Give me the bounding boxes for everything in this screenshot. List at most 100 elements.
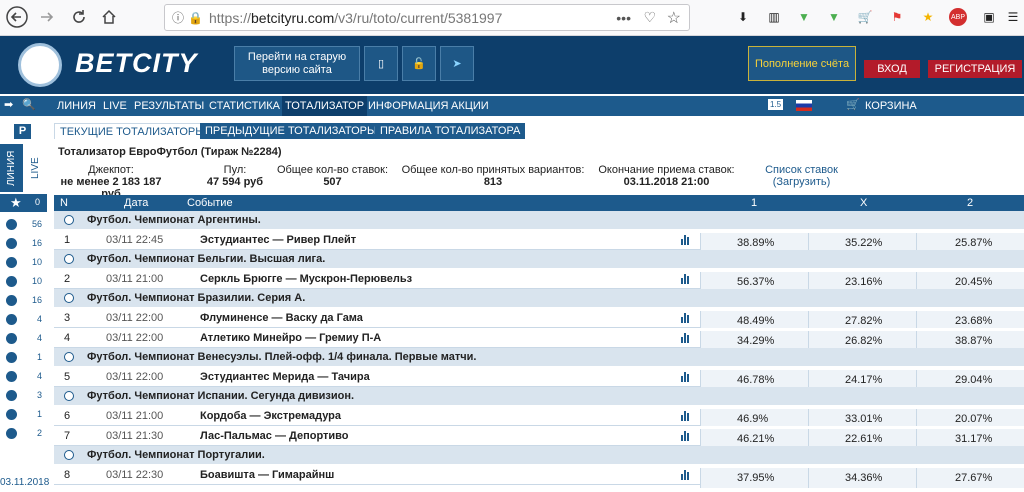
russian-flag-icon[interactable] (796, 100, 812, 111)
nav-item-totalizator[interactable]: ТОТАЛИЗАТОР (282, 96, 368, 116)
lock-icon: 🔒 (188, 10, 203, 25)
stats-chart-icon[interactable] (681, 429, 689, 441)
table-row[interactable]: 2 03/11 21:00 Серкль Брюгге — Мускрон-Перю… (54, 269, 1024, 292)
sport-item-hockey[interactable]: 16 (0, 234, 47, 253)
info-icon[interactable]: ⓘ (172, 9, 184, 26)
percent-2: 23.68% (955, 315, 993, 327)
percent-1: 37.95% (737, 472, 775, 484)
stats-chart-icon[interactable] (681, 331, 689, 343)
toto-title: Тотализатор ЕвроФутбол (Тираж №2284) (58, 146, 282, 158)
sidebar-tab-liniya[interactable]: ЛИНИЯ (0, 144, 23, 192)
flag-extension-icon[interactable]: ⚑ (888, 8, 906, 26)
sidebar-tab-live[interactable]: LIVE (24, 144, 47, 192)
nav-toggle-icon[interactable]: ➡ (4, 98, 13, 111)
cart-extension-icon[interactable]: 🛒 (856, 8, 874, 26)
table-row[interactable]: 1 03/11 22:45 Эстудиантес — Ривер Плейт 38.… (54, 230, 1024, 253)
nav-item-info[interactable]: ИНФОРМАЦИЯ (365, 96, 451, 116)
stats-chart-icon[interactable] (681, 468, 689, 480)
stats-chart-icon[interactable] (681, 370, 689, 382)
library-icon[interactable]: ▥ (765, 8, 783, 26)
star-extension-icon[interactable]: ★ (919, 8, 937, 26)
table-row[interactable]: 7 03/11 21:30 Лас-Пальмас — Депортиво 46.21… (54, 426, 1024, 449)
sidebar-toggle-icon[interactable]: ▣ (980, 8, 998, 26)
home-icon[interactable] (96, 4, 122, 30)
ball-icon (6, 409, 17, 420)
nav-item-statistics[interactable]: СТАТИСТИКА (206, 96, 283, 116)
odds-cell-x[interactable]: 34.36% (808, 468, 916, 488)
tab-toto-rules[interactable]: ПРАВИЛА ТОТАЛИЗАТОРА (375, 123, 526, 139)
odds-cell-2[interactable]: 27.67% (916, 468, 1024, 488)
sport-count: 1 (36, 409, 42, 419)
nav-item-results[interactable]: РЕЗУЛЬТАТЫ (131, 96, 207, 116)
col-n: N (60, 197, 68, 209)
unlock-icon[interactable]: 🔓 (402, 46, 436, 81)
search-icon[interactable]: 🔍 (22, 98, 36, 111)
site-logo[interactable]: BETCITY (75, 48, 198, 79)
site-header: BETCITY Перейти на старую версию сайта ▯… (0, 36, 1024, 94)
odds-format-badge[interactable]: 1.5 (768, 99, 784, 110)
p-logo-icon[interactable]: P (14, 124, 31, 139)
sport-item-basketball[interactable]: 10 (0, 253, 47, 272)
row-number: 3 (64, 312, 71, 324)
sport-item-soccer[interactable]: 56 (0, 215, 47, 234)
nav-item-liniya[interactable]: ЛИНИЯ (54, 96, 99, 116)
back-icon[interactable] (4, 4, 30, 30)
sport-item-volleyball[interactable]: 10 (0, 272, 47, 291)
extension-arrow-icon[interactable]: ▼ (795, 8, 813, 26)
nav-item-actions[interactable]: АКЦИИ (448, 96, 492, 116)
sport-item-ball[interactable]: 1 (0, 405, 47, 424)
league-title: Футбол. Чемпионат Бельгии. Высшая лига. (87, 253, 326, 265)
nav-item-live[interactable]: LIVE (100, 96, 130, 116)
cart-link[interactable]: КОРЗИНА (862, 96, 920, 116)
extension-arrow2-icon[interactable]: ▼ (825, 8, 843, 26)
table-row[interactable]: 3 03/11 22:00 Флуминенсе — Васку да Гама 48… (54, 308, 1024, 331)
forward-icon[interactable] (34, 4, 60, 30)
telegram-icon[interactable]: ➤ (440, 46, 474, 81)
row-number: 8 (64, 469, 71, 481)
percent-x: 24.17% (845, 374, 883, 386)
mobile-icon[interactable]: ▯ (364, 46, 398, 81)
deposit-button[interactable]: Пополнение счёта (748, 46, 856, 81)
old-site-button[interactable]: Перейти на старую версию сайта (234, 46, 360, 81)
favorites-row[interactable]: ★ 0 (0, 194, 47, 212)
tab-previous-toto[interactable]: ПРЕДЫДУЩИЕ ТОТАЛИЗАТОРЫ (200, 123, 382, 139)
stats-chart-icon[interactable] (681, 233, 689, 245)
adblock-icon[interactable]: ABP (949, 8, 967, 26)
download-icon[interactable]: ⬇ (734, 8, 752, 26)
sport-item-cycling[interactable]: 2 (0, 424, 47, 443)
tab-current-toto[interactable]: ТЕКУЩИЕ ТОТАЛИЗАТОРЫ (54, 123, 212, 139)
pocket-icon[interactable]: ♡ (643, 9, 656, 26)
register-button[interactable]: РЕГИСТРАЦИЯ (928, 60, 1022, 78)
table-row[interactable]: 5 03/11 22:00 Эстудиантес Мерида — Тачира 4… (54, 367, 1024, 390)
table-row[interactable]: 8 03/11 22:30 Боавишта — Гимарайнш 37.95% 34… (54, 465, 1024, 488)
table-row[interactable]: 6 03/11 21:00 Кордоба — Экстремадура 46.9% 3… (54, 406, 1024, 429)
soccer-icon (64, 293, 74, 303)
sport-item-esports[interactable]: 16 (0, 291, 47, 310)
url-host: betcityru.com (251, 9, 335, 26)
stats-chart-icon[interactable] (681, 311, 689, 323)
league-title: Футбол. Чемпионат Бразилии. Серия А. (87, 292, 306, 304)
stats-chart-icon[interactable] (681, 409, 689, 421)
bet-list-link[interactable]: Список ставок (754, 164, 849, 176)
sport-count: 16 (31, 295, 42, 305)
sport-item-tennis[interactable]: 4 (0, 310, 47, 329)
row-date: 03/11 21:00 (106, 410, 164, 422)
sidebar-date: 03.11.2018 (0, 477, 50, 488)
league-group: Футбол. Чемпионат Аргентины. (54, 211, 1024, 229)
page-actions-icon[interactable]: ••• (616, 10, 631, 26)
menu-icon[interactable]: ☰ (1004, 8, 1022, 26)
table-row[interactable]: 4 03/11 22:00 Атлетико Минейро — Гремиу П-… (54, 328, 1024, 351)
login-button[interactable]: ВХОД (864, 60, 920, 78)
reload-icon[interactable] (66, 4, 92, 30)
row-date: 03/11 22:00 (106, 332, 164, 344)
stats-chart-icon[interactable] (681, 272, 689, 284)
cart-icon[interactable]: 🛒 (846, 98, 860, 111)
bet-list-load-link[interactable]: (Загрузить) (754, 176, 849, 188)
sport-item-target[interactable]: 1 (0, 348, 47, 367)
odds-cell-1[interactable]: 37.95% (700, 468, 808, 488)
sport-item-badminton[interactable]: 4 (0, 329, 47, 348)
address-bar[interactable]: ⓘ 🔒 https://betcityru.com/v3/ru/toto/cur… (164, 4, 690, 31)
sport-item-athletics[interactable]: 4 (0, 367, 47, 386)
sport-item-flag[interactable]: 3 (0, 386, 47, 405)
bookmark-star-icon[interactable]: ☆ (667, 8, 681, 28)
